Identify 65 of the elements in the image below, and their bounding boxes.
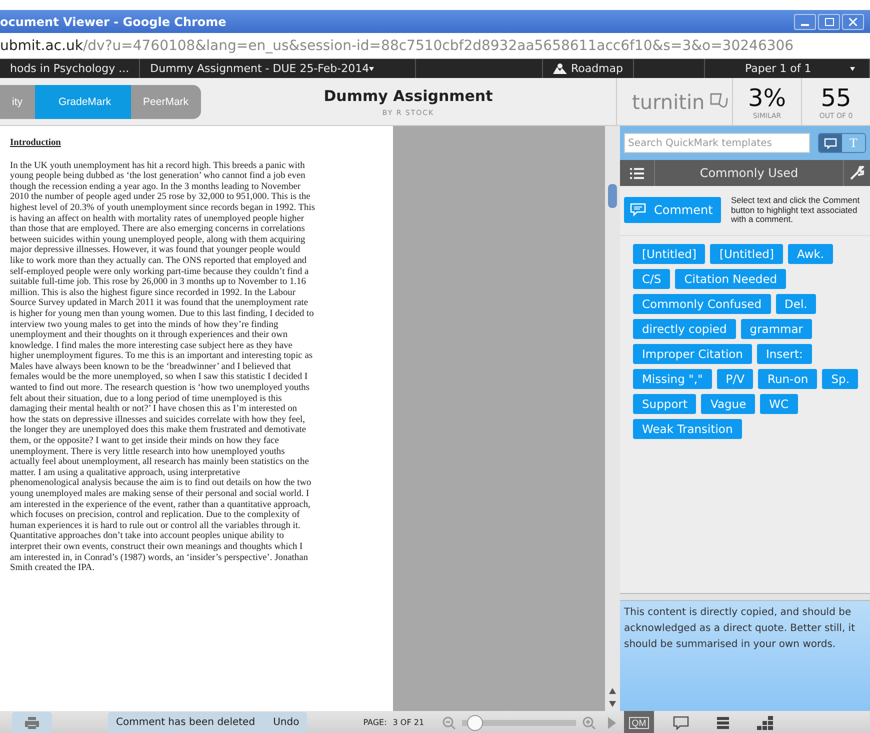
comment-button[interactable]: Comment: [624, 197, 721, 224]
section-heading: Introduction: [10, 138, 62, 149]
mode-tab[interactable]: ity: [0, 84, 34, 118]
quickmark-tag[interactable]: Sp.: [822, 368, 858, 388]
grid-icon: [757, 716, 773, 730]
text-view-tab[interactable]: T: [842, 134, 865, 152]
quickmark-tag[interactable]: Improper Citation: [633, 344, 752, 364]
minimize-icon: [801, 24, 809, 26]
quickmark-tag[interactable]: Missing ",": [633, 368, 712, 388]
minimize-button[interactable]: [794, 14, 816, 30]
menu-icon[interactable]: [630, 168, 644, 178]
quickmark-tag[interactable]: [Untitled]: [710, 244, 783, 264]
zoom-out-icon[interactable]: [442, 716, 456, 730]
close-icon: [849, 18, 857, 26]
quickmark-tag[interactable]: Commonly Confused: [633, 294, 771, 314]
grade-score[interactable]: 55: [820, 84, 852, 112]
zoom-thumb[interactable]: [467, 714, 484, 730]
comment-icon: [630, 203, 646, 218]
quickmark-tag[interactable]: P/V: [716, 368, 754, 388]
page-label: PAGE:: [363, 718, 387, 727]
status-message: Comment has been deleted: [116, 717, 256, 728]
address-bar[interactable]: ubmit.ac.uk/dv?u=4760108&lang=en_us&session-id=88c7510cbf2d8932aa5658611acc6f10&s=3&o=30246306: [0, 38, 794, 54]
quickmark-tag[interactable]: WC: [760, 394, 798, 414]
search-field[interactable]: Search QuickMark templates: [624, 133, 810, 153]
list-icon: [717, 716, 729, 730]
zoom-in-icon[interactable]: [582, 716, 596, 730]
similarity-score[interactable]: 3%: [748, 84, 786, 112]
quickmark-tag[interactable]: Vague: [701, 394, 756, 414]
quickmark-tag[interactable]: Run-on: [758, 368, 818, 388]
maximize-button[interactable]: [818, 14, 840, 30]
mode-tab[interactable]: GradeMark: [34, 84, 132, 118]
quickmark-tab[interactable]: QM: [624, 711, 654, 733]
brand-logo: turnitin: [632, 90, 705, 114]
comment-icon: [824, 138, 838, 148]
map-icon: [553, 63, 567, 74]
resize-handle[interactable]: [620, 593, 870, 601]
caret-icon: [850, 66, 855, 70]
quickmark-tag[interactable]: Citation Needed: [675, 268, 786, 288]
quickmark-tag[interactable]: Support: [633, 394, 696, 414]
maximize-icon: [824, 18, 834, 26]
quickmark-tag[interactable]: Del.: [776, 294, 816, 314]
comment-view-tab[interactable]: [819, 134, 842, 152]
window-title: ocument Viewer - Google Chrome: [0, 14, 226, 28]
print-button[interactable]: [12, 712, 52, 733]
undo-link[interactable]: Undo: [273, 717, 300, 728]
quickmark-description: This content is directly copied, and should be acknowledged as a direct quote. Better still, it should be summarised in your own words.: [620, 601, 870, 711]
paper-paragraph: In the UK youth unemployment has hit a record high. This breeds a panic with young people being dubbed as ‘the lost generation’ who cannot find a job even though the recession ending a year ago. In the 3 months leading to November 2010 the number of people aged under 25 rose by 32,000 to 951,000. This is the highest level of 20.3% of youth unemployment since records began in 1992. This is having an affect on health with mortality rates of unemployed people higher than those that are employed. There are also emerging concerns in correlations between suicides within young unemployed people, along with them acquiring major depressive illnesses. However, it was found that younger people would like to work more than they actually can. The ONS reported that employed and self-employed people were only working part-time because they couldn’t find a suitable full-time job. This rose by 26,000 in 3 months up to November to 1.16 million. This is also the highest figure since recorded in 1992. In the Labour Source Survey updated in March 2011 it was found that the unemployment rate is higher for young men than young women. Due to this last finding, I decided to interview two young males to get into the minds of how they’re finding unemployment and their thoughts on it through experiences and their own knowledge. I find males the more interesting case subject here as they have higher unemployment figures. To me this is an important and interesting topic as Males have always been known to be the ‘breadwinner’ and I believed that females would be the more unemployed, so when I saw this statistic I decided I wanted to find out more. The research question is ‘how two unemployed youths felt about their situation, due to a long period of time unemployed is this damaging their mental health or not?’ I have chosen this as I’m interested on how the stats on depressive illnesses and suicides correlate with how they feel, the longer they are unemployed does this make them frustrated and demotivate them, or the opposite? I want to get inside their minds on how they face unemployment. There is very little research into how unemployed youths actually feel about unemployment, all research has mainly been statistics on the matter. I am using a qualitative approach, using interpretative phenomenological analysis because the aim is to find out details on how the two young unemployed males are making sense of their personal and social world. I am interested in the experience of the event, rather than a quantitative approach, which focuses on precision, control and replication. Due to the complexity of human experiences it is hard to rule out or control all the variables through it. Quantitative approaches don’t take into account peoples unique ability to interpret their own events, construct their own meanings and thoughts which I am interested in, in Conrad’s (1987) words, an ‘insider’s perspective’. Jonathan Smith created the IPA.: [10, 160, 316, 574]
close-button[interactable]: [842, 14, 864, 30]
quickmark-tag[interactable]: Weak Transition: [633, 418, 742, 438]
page-number: 3 OF 21: [392, 718, 424, 727]
mode-tab[interactable]: PeerMark: [131, 84, 201, 118]
quickmark-tag[interactable]: Awk.: [788, 244, 834, 264]
quickmark-tag[interactable]: Insert:: [756, 344, 812, 364]
quickmark-tag[interactable]: grammar: [740, 318, 812, 338]
quickmark-tag[interactable]: directly copied: [633, 318, 736, 338]
printer-icon: [25, 716, 39, 728]
assignment-title: Dummy Assignment: [324, 86, 493, 104]
set-title: Commonly Used: [698, 166, 800, 180]
settings-icon[interactable]: [850, 166, 864, 180]
comment-hint: Select text and click the Comment button to highlight text associated with a comment.: [731, 196, 860, 224]
scroll-thumb[interactable]: [608, 184, 617, 208]
comment-icon: [673, 716, 689, 730]
caret-icon: [369, 66, 374, 70]
quickmark-tag[interactable]: C/S: [633, 268, 670, 288]
quickmark-tag[interactable]: [Untitled]: [633, 244, 706, 264]
